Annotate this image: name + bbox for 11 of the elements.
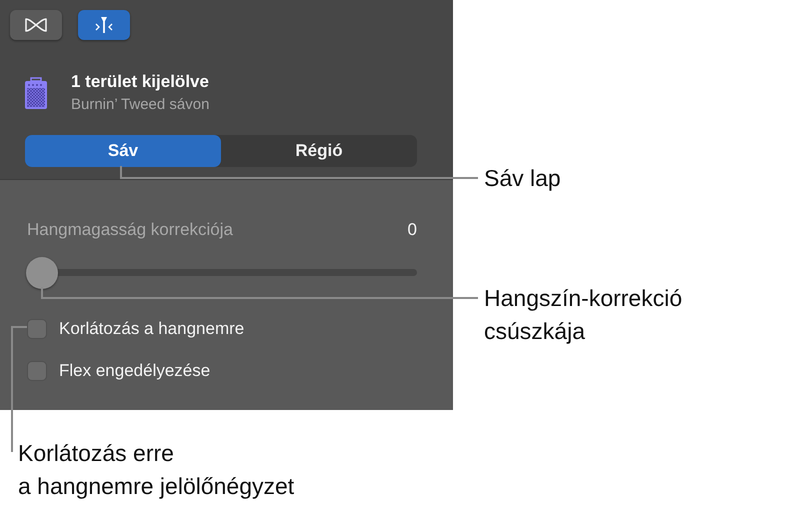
- callout-text: Korlátozás erre a hangnemre jelölőnégyzet: [18, 439, 294, 501]
- selection-title: 1 terület kijelölve: [71, 72, 210, 92]
- tab[interactable]: Sáv: [25, 135, 221, 167]
- callout-text: Sáv lap: [484, 164, 561, 193]
- slider-label: Hangmagasság korrekciója: [27, 220, 233, 240]
- checkbox-label: Korlátozás a hangnemre: [59, 319, 244, 339]
- slider-value: 0: [408, 220, 417, 240]
- checkbox-label: Flex engedélyezése: [59, 361, 210, 381]
- track-name: Burnin’ Tweed sávon: [71, 96, 210, 113]
- tab[interactable]: Régió: [221, 135, 417, 167]
- callout-text: Hangszín-korrekció csúszkája: [484, 284, 682, 346]
